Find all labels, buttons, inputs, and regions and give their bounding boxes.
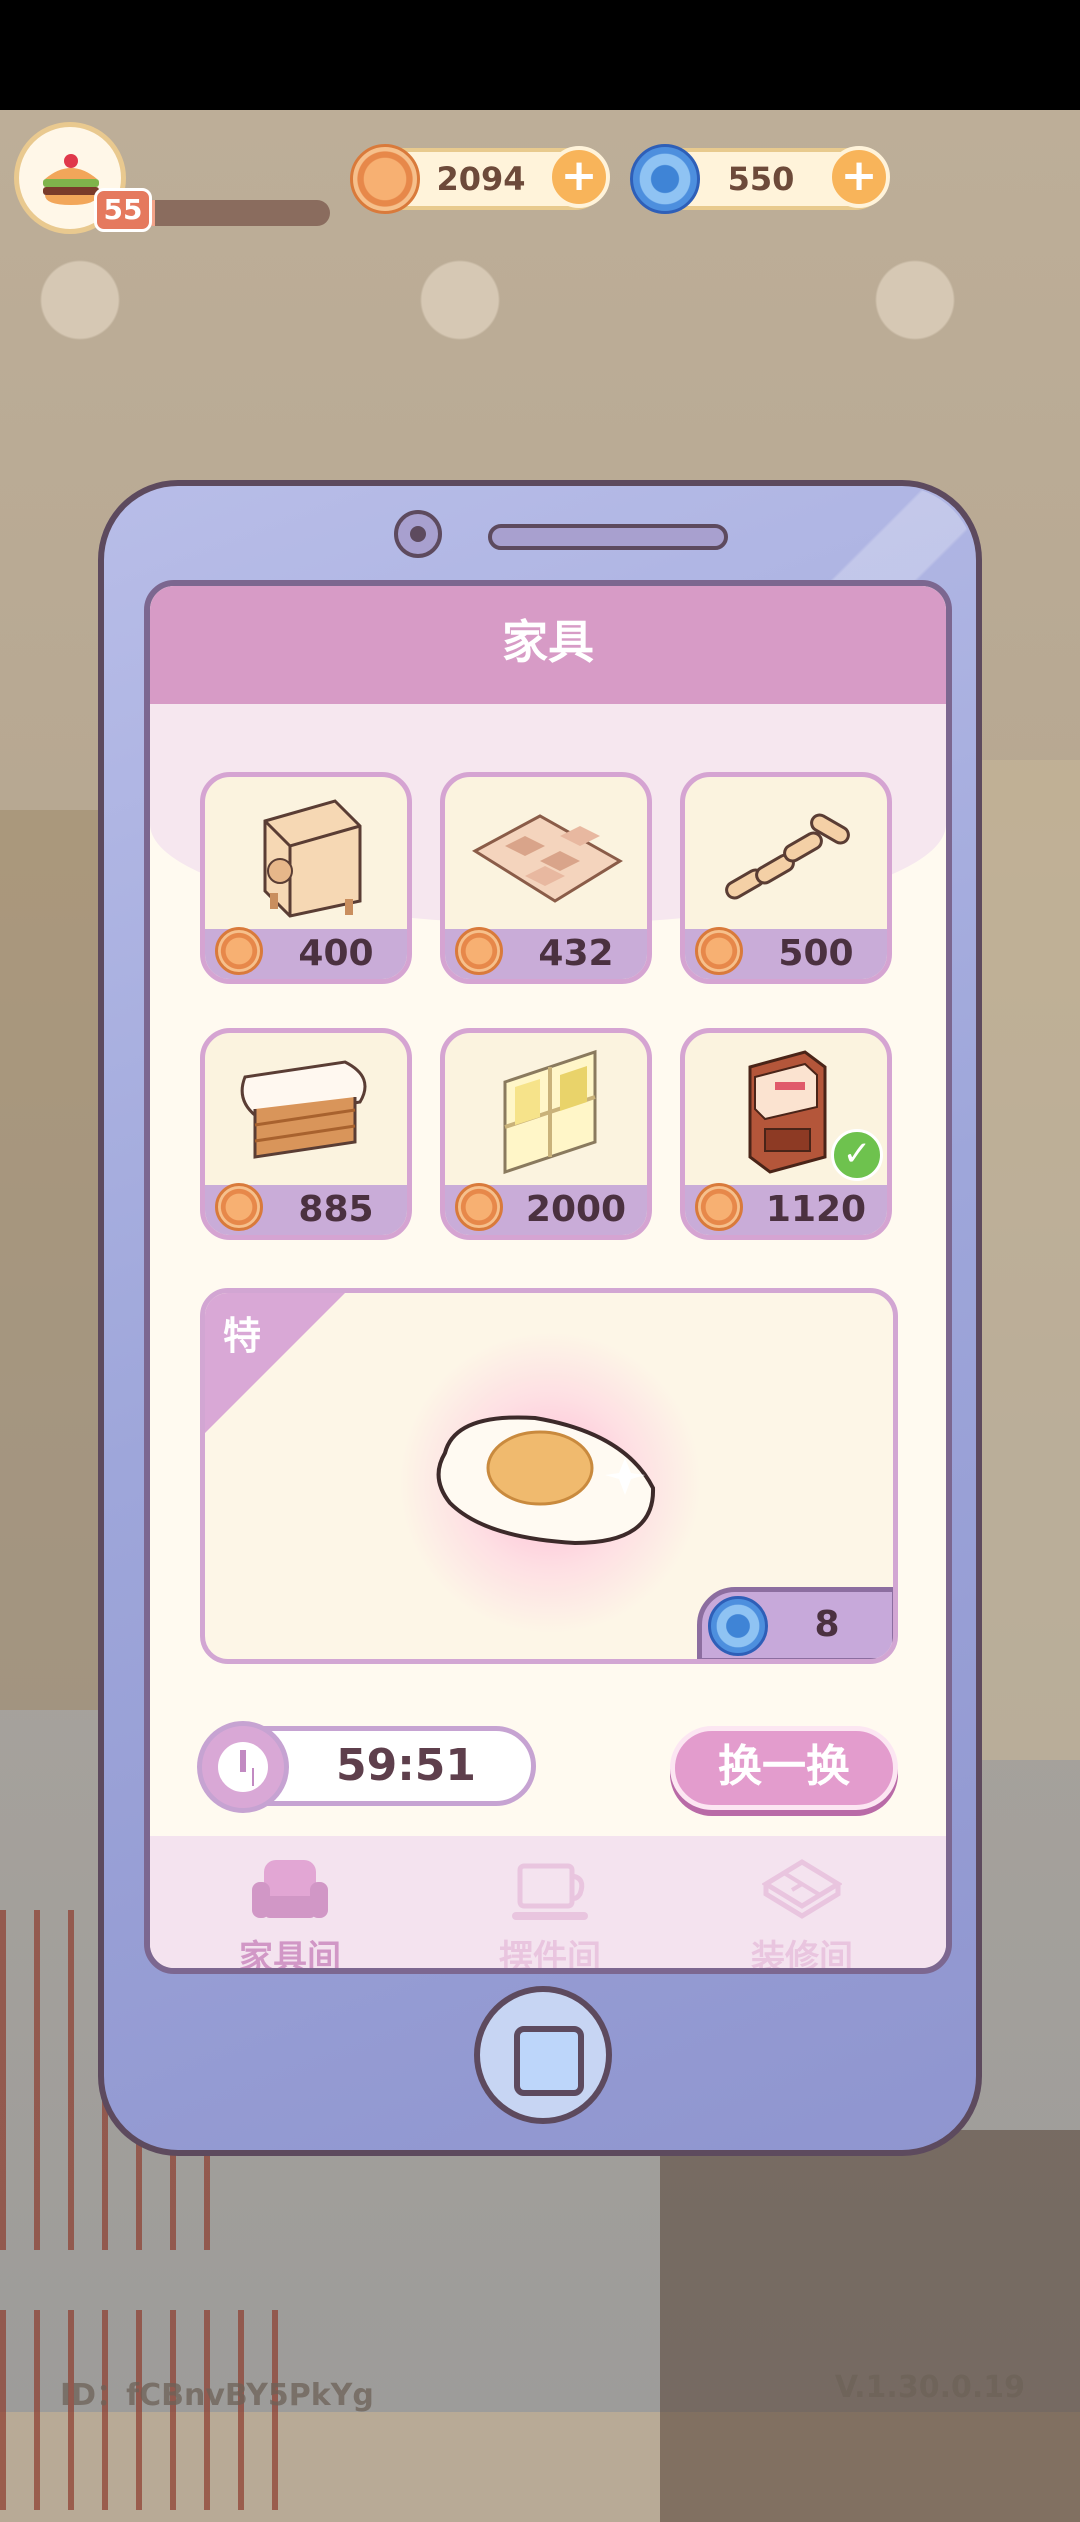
clock-icon: [197, 1721, 289, 1813]
camera-icon: [394, 510, 442, 558]
wooden-planks-icon: [725, 813, 850, 900]
special-price: 8: [814, 1604, 840, 1645]
special-tag: 特: [223, 1314, 262, 1358]
coin-icon: [695, 927, 743, 975]
item-price: 1120: [765, 1189, 867, 1230]
player-id: ID：fCBnvBY5PkYg: [60, 2378, 374, 2413]
item-price: 400: [298, 933, 374, 974]
coin-balance: 2094 +: [350, 144, 610, 214]
coin-balance-value: 2094: [436, 160, 526, 198]
shop-item-glass-top-counter[interactable]: 885: [200, 1028, 412, 1240]
kitchen-area: [660, 2130, 1080, 2522]
owned-check-icon: ✓: [831, 1129, 883, 1181]
refresh-button[interactable]: 换一换: [670, 1726, 898, 1810]
gem-balance: 550 +: [630, 144, 890, 214]
tab-renovation-room[interactable]: 装修间: [692, 1846, 912, 1974]
tab-label: 装修间: [751, 1938, 853, 1974]
coin-icon: [455, 1183, 503, 1231]
shop-item-wood-cabinet[interactable]: 1120 ✓: [680, 1028, 892, 1240]
armchair-icon: [252, 1860, 328, 1918]
item-price: 885: [298, 1189, 374, 1230]
coin-icon: [455, 927, 503, 975]
window-panel-icon: [503, 1049, 597, 1175]
home-button[interactable]: [474, 1986, 612, 2124]
special-price-tag: 8: [697, 1587, 893, 1659]
tab-furniture-room[interactable]: 家具间: [180, 1846, 400, 1974]
level-badge: 55: [94, 188, 152, 232]
square-icon: [514, 2026, 584, 2096]
xp-progress-bar: [140, 200, 330, 226]
floor-tile-icon: [762, 1859, 842, 1919]
phone-shop-frame: 家具 400 432 500 885 2000 1120 ✓ 特 8 59:51…: [98, 480, 982, 2156]
coin-icon: [350, 144, 420, 214]
patterned-rug-icon: [472, 814, 623, 903]
tab-label: 摆件间: [499, 1938, 601, 1974]
coin-icon: [215, 1183, 263, 1231]
shop-item-wooden-planks[interactable]: 500: [680, 772, 892, 984]
speaker-slot: [488, 524, 728, 550]
shop-screen: 家具 400 432 500 885 2000 1120 ✓ 特 8 59:51…: [144, 580, 952, 1974]
house-wall-right: [970, 760, 1080, 1760]
swirl-gem-icon: [708, 1596, 768, 1656]
item-price: 432: [538, 933, 614, 974]
item-price: 500: [778, 933, 854, 974]
status-bar: [0, 0, 1080, 110]
special-offer-card[interactable]: 特 8: [200, 1288, 898, 1664]
shop-tabs: 家具间 摆件间 装修间: [150, 1836, 946, 1974]
shop-item-cube-cat-bed[interactable]: 400: [200, 772, 412, 984]
add-gems-button[interactable]: +: [828, 146, 890, 208]
tab-label: 家具间: [239, 1938, 341, 1974]
fried-egg-rug-icon: [436, 1415, 656, 1546]
tab-ornament-room[interactable]: 摆件间: [440, 1846, 660, 1974]
cube-cat-bed-icon: [263, 799, 362, 918]
refresh-timer: 59:51: [197, 1721, 536, 1813]
coin-icon: [215, 927, 263, 975]
shop-item-window-panel[interactable]: 2000: [440, 1028, 652, 1240]
item-price: 2000: [525, 1189, 627, 1230]
glass-top-counter-icon: [240, 1060, 367, 1159]
version-label: V.1.30.0.19: [834, 2370, 1025, 2405]
coin-icon: [695, 1183, 743, 1231]
shop-title: 家具: [502, 615, 594, 669]
teacup-icon: [512, 1863, 588, 1920]
shop-header: 家具: [150, 586, 946, 704]
swirl-gem-icon: [630, 144, 700, 214]
shop-item-patterned-rug[interactable]: 432: [440, 772, 652, 984]
add-coins-button[interactable]: +: [548, 146, 610, 208]
gem-balance-value: 550: [727, 160, 795, 198]
timer-value: 59:51: [335, 1740, 477, 1791]
